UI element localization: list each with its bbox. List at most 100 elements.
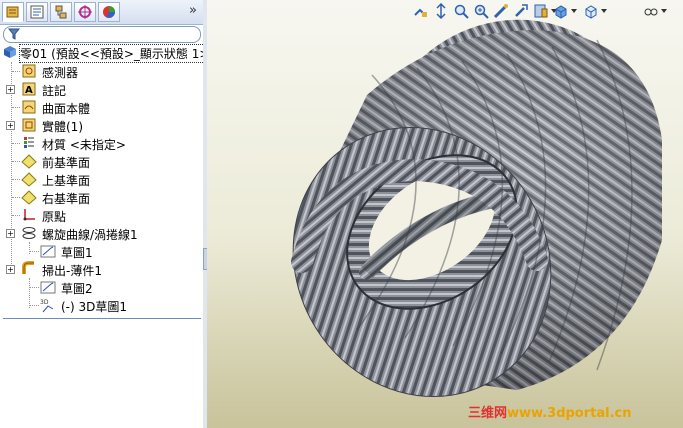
appearance-icon (534, 4, 548, 18)
tree-item-label: 草圖2 (61, 282, 93, 296)
chevron-down-icon[interactable] (601, 9, 607, 13)
sketch-icon-wrap (40, 279, 56, 295)
feature-manager-icon (6, 6, 19, 18)
material-icon-wrap (21, 135, 37, 151)
helix-icon (22, 227, 36, 239)
tree-item[interactable]: + A 註記 (0, 81, 200, 98)
tree-root-part[interactable]: 零01 (預設<<預設>_顯示狀態 1>) (0, 44, 216, 63)
sweep-icon (22, 261, 34, 274)
appearance-button[interactable] (533, 3, 549, 19)
watermark: 三维网www.3dportal.cn (468, 402, 632, 421)
rope-coil-model[interactable] (207, 0, 683, 428)
zoom-in-out-button[interactable] (473, 3, 489, 19)
feature-manager-panel: » 零01 (預設<<預設>_顯示狀態 1>) 感測器 + A 註記曲面本體 + 實體(1)… (0, 0, 216, 428)
tree-item[interactable]: 前基準面 (0, 153, 200, 170)
tree-item-label: 感測器 (42, 66, 79, 80)
zoom-in-out-icon (474, 4, 489, 19)
part-icon-wrap (2, 44, 18, 60)
zoom-to-fit-icon (436, 2, 446, 20)
section-view-button[interactable] (493, 3, 509, 19)
hide-show-button[interactable] (513, 3, 529, 19)
tree-item[interactable]: + 掃出-薄件1 (0, 261, 200, 278)
view-settings-button[interactable] (643, 3, 659, 19)
chevron-down-icon[interactable] (571, 9, 577, 13)
tab-property-manager[interactable] (26, 2, 48, 22)
section-view-icon (493, 4, 508, 19)
tab-dimxpert[interactable] (74, 2, 96, 22)
sketch-icon-wrap (40, 243, 56, 259)
zoom-area-icon (454, 4, 469, 19)
tree-item-label: 草圖1 (61, 246, 93, 260)
annotation-icon-wrap: A (21, 81, 37, 97)
solid-body-icon (22, 118, 36, 132)
plane-icon (21, 172, 37, 187)
expand-toggle[interactable]: + (6, 121, 15, 130)
solid-body-icon-wrap (21, 117, 37, 133)
tab-display-manager[interactable] (98, 2, 120, 22)
display-style-button[interactable] (583, 3, 599, 19)
tree-item-label: 曲面本體 (42, 102, 91, 116)
material-icon (24, 137, 34, 148)
tree-item[interactable]: 上基準面 (0, 171, 200, 188)
3d-sketch-icon-wrap: 3D (40, 297, 56, 313)
view-orientation-button[interactable] (553, 3, 569, 19)
tree-item-label: 掃出-薄件1 (42, 264, 102, 278)
hide-show-icon (515, 4, 528, 17)
tree-item-label: 上基準面 (42, 174, 91, 188)
expand-toggle[interactable]: + (6, 265, 15, 274)
tree-item[interactable]: 右基準面 (0, 189, 200, 206)
surface-body-icon (22, 100, 36, 114)
filter-icon (8, 28, 20, 40)
plane-icon-wrap (21, 171, 37, 187)
tree-item-label: 螺旋曲線/渦捲線1 (42, 228, 138, 242)
tree-item[interactable]: + 螺旋曲線/渦捲線1 (0, 225, 200, 242)
tree-item-label: 零01 (預設<<預設>_顯示狀態 1>) (18, 44, 216, 63)
display-manager-icon (103, 6, 115, 18)
display-style-icon (585, 5, 597, 19)
tree-item-label: 實體(1) (42, 120, 83, 134)
dimxpert-icon (78, 5, 92, 19)
expand-toggle[interactable]: + (6, 85, 15, 94)
tree-filter-input[interactable] (3, 26, 201, 43)
annotation-icon: A (22, 82, 36, 96)
chevron-down-icon[interactable] (661, 9, 667, 13)
tree-item[interactable]: 3D (-) 3D草圖1 (0, 297, 200, 314)
zoom-to-fit-button[interactable] (433, 2, 449, 20)
sensor-icon (22, 64, 36, 78)
tree-divider (3, 318, 201, 319)
view-orientation-icon (555, 5, 567, 19)
heads-up-view-toolbar (413, 1, 683, 21)
configuration-manager-icon (55, 5, 67, 19)
tree-item-label: 前基準面 (42, 156, 91, 170)
tree-item-label: 原點 (42, 210, 67, 224)
more-tabs-button[interactable]: » (189, 3, 197, 18)
plane-icon (21, 154, 37, 169)
tree-item[interactable]: 感測器 (0, 63, 200, 80)
svg-text:A: A (25, 85, 33, 96)
tab-configuration-manager[interactable] (50, 2, 72, 22)
tree-item[interactable]: + 實體(1) (0, 117, 200, 134)
previous-view-button[interactable] (413, 3, 429, 19)
tree-item[interactable]: 材質 <未指定> (0, 135, 200, 152)
tree-item-label: 材質 <未指定> (42, 138, 126, 152)
sketch-icon (40, 245, 56, 258)
zoom-area-button[interactable] (453, 3, 469, 19)
tree-item[interactable]: 曲面本體 (0, 99, 200, 116)
svg-text:3D: 3D (40, 299, 49, 306)
surface-body-icon-wrap (21, 99, 37, 115)
part-icon (4, 46, 16, 58)
plane-icon (21, 190, 37, 205)
helix-icon-wrap (21, 225, 37, 241)
3d-sketch-icon: 3D (40, 299, 54, 313)
graphics-viewport[interactable] (207, 0, 683, 428)
tree-item-label: 註記 (42, 84, 67, 98)
tree-item[interactable]: 原點 (0, 207, 200, 224)
plane-icon-wrap (21, 189, 37, 205)
watermark-text-cn: 三维网 (468, 406, 508, 421)
tree-item[interactable]: 草圖2 (0, 279, 200, 296)
tree-item[interactable]: 草圖1 (0, 243, 200, 260)
sketch-icon (40, 281, 56, 294)
previous-view-icon (414, 8, 427, 17)
expand-toggle[interactable]: + (6, 229, 15, 238)
tab-feature-manager[interactable] (2, 2, 24, 22)
